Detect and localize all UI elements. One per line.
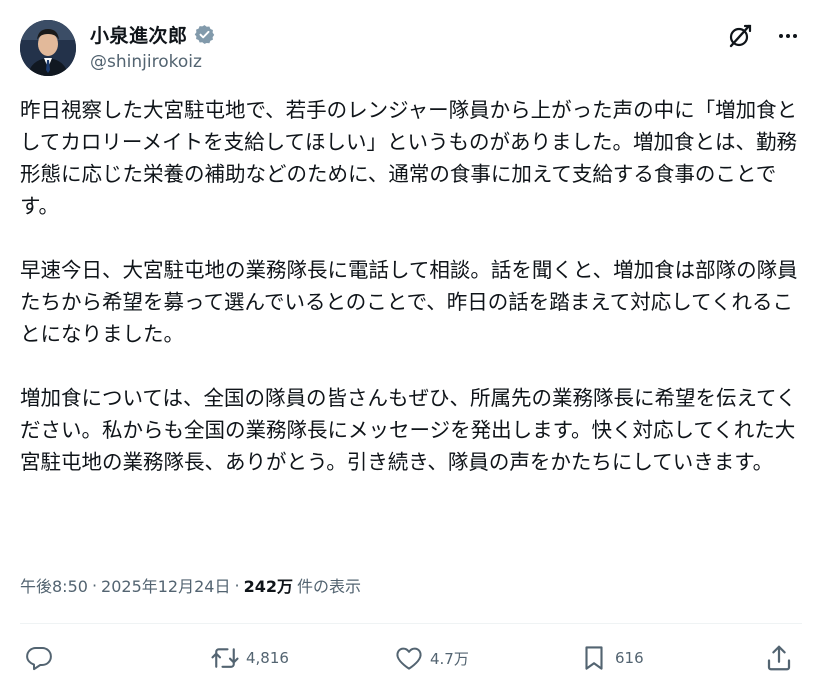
more-icon[interactable] (774, 22, 802, 50)
reply-icon (26, 647, 52, 671)
share-icon (767, 645, 791, 671)
like-count: 4.7万 (430, 649, 469, 668)
repost-count: 4,816 (246, 649, 289, 667)
like-button[interactable]: 4.7万 (394, 640, 469, 676)
header-actions (726, 22, 802, 50)
author-display-name[interactable]: 小泉進次郎 (90, 21, 188, 48)
views-label: 件の表示 (296, 577, 361, 596)
views-count[interactable]: 242万 (244, 573, 293, 597)
bookmark-icon (585, 646, 603, 670)
repost-icon (211, 648, 239, 668)
verified-badge-icon (194, 24, 215, 45)
divider (20, 623, 802, 624)
repost-button[interactable]: 4,816 (210, 640, 289, 676)
post-meta: 午後8:50 · 2025年12月24日 · 242万 件の表示 (20, 573, 361, 597)
meta-separator: · (91, 575, 98, 595)
reply-button[interactable] (24, 640, 60, 676)
avatar-image (20, 20, 76, 76)
action-bar: 4,816 4.7万 616 (24, 640, 798, 676)
meta-separator: · (234, 575, 240, 595)
post-text: 昨日視察した大宮駐屯地で、若手のレンジャー隊員から上がった声の中に「増加食として… (20, 94, 805, 478)
post-card: 小泉進次郎 @shinjirokoiz 昨日視察した大宮駐屯地で、若手のレンジャ… (0, 0, 822, 700)
avatar[interactable] (20, 20, 76, 76)
bookmark-button[interactable]: 616 (579, 640, 644, 676)
heart-icon (396, 647, 422, 670)
post-paragraph: 早速今日、大宮駐屯地の業務隊長に電話して相談。話を聞くと、増加食は部隊の隊員たち… (20, 258, 798, 346)
author-handle[interactable]: @shinjirokoiz (90, 52, 202, 72)
bookmark-count: 616 (615, 649, 644, 667)
grok-icon[interactable] (726, 22, 754, 50)
post-paragraph: 昨日視察した大宮駐屯地で、若手のレンジャー隊員から上がった声の中に「増加食として… (20, 98, 798, 218)
post-date[interactable]: 2025年12月24日 (101, 573, 230, 597)
post-paragraph: 増加食については、全国の隊員の皆さんもぜひ、所属先の業務隊長に希望を伝えてくださ… (20, 386, 797, 474)
share-button[interactable] (764, 640, 794, 676)
author-name-row[interactable]: 小泉進次郎 (90, 20, 215, 48)
post-time[interactable]: 午後8:50 (20, 573, 88, 597)
